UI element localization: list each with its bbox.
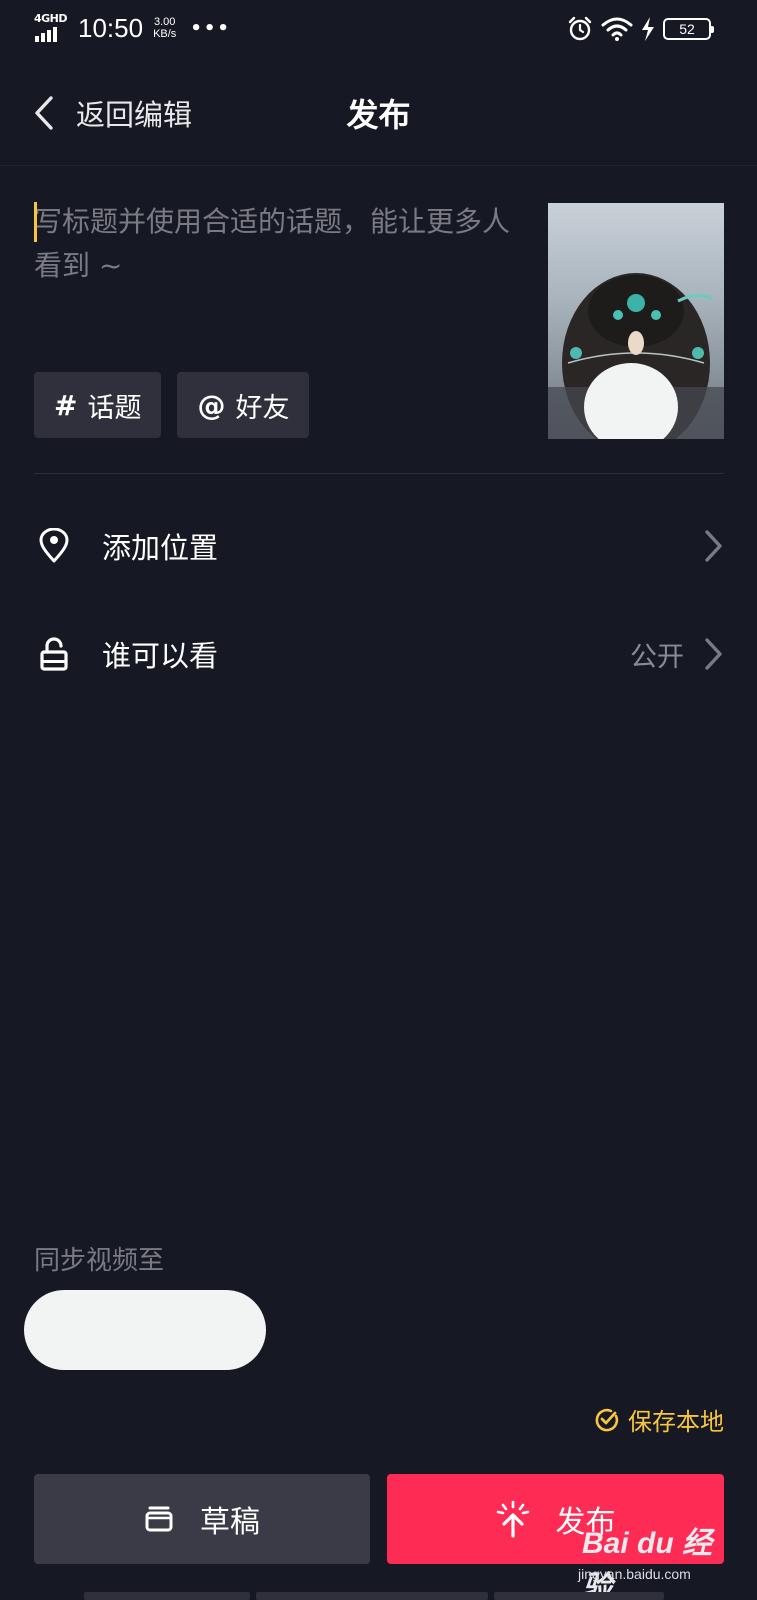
unlock-icon [34,634,74,674]
text-cursor [34,202,37,242]
alarm-icon [568,16,592,41]
add-location-row[interactable]: 添加位置 [34,516,724,576]
publish-page: 4GHD 10:50 3.00 KB/s ••• 52 返回编辑 发布 写标题并… [0,0,757,1600]
status-left: 4GHD 10:50 3.00 KB/s ••• [34,12,231,44]
network-type: 4GHD [34,12,68,25]
caption-input[interactable] [34,200,514,350]
more-notifications-icon: ••• [190,17,231,39]
chevron-right-icon [705,530,722,562]
chevron-right-icon [705,638,722,670]
battery-level: 52 [679,21,695,37]
check-circle-icon [595,1408,619,1431]
caption-area [34,200,514,350]
mention-friend-button[interactable]: @ 好友 [177,372,310,438]
mention-friend-label: 好友 [235,392,290,424]
drafts-box-icon [145,1506,173,1532]
top-nav-bar: 返回编辑 发布 [0,62,757,166]
watermark-logo-text: Bai du 经验 [582,1527,713,1600]
hashtag-icon: # [54,388,78,422]
bottom-partial-tabs [84,1592,664,1600]
watermark-url: jingyan.baidu.com [578,1566,691,1582]
visibility-label: 谁可以看 [102,639,219,673]
network-speed: 3.00 KB/s [153,16,176,40]
sync-to-label: 同步视频至 [34,1246,165,1276]
visibility-row[interactable]: 谁可以看 公开 [34,624,724,684]
charging-icon [642,17,654,41]
page-title: 发布 [346,96,411,134]
save-local-label: 保存本地 [628,1408,724,1436]
add-topic-button[interactable]: # 话题 [34,372,162,438]
save-draft-button[interactable]: 草稿 [34,1474,370,1564]
wifi-icon [601,17,633,41]
save-draft-label: 草稿 [200,1505,260,1540]
add-location-label: 添加位置 [102,531,219,565]
section-divider [34,473,724,474]
baidu-jingyan-watermark: Bai du 经验 jingyan.baidu.com [578,1500,728,1600]
location-pin-icon [34,526,74,566]
upload-arrow-icon [496,1500,529,1538]
at-sign-icon: @ [197,388,226,422]
save-local-toggle[interactable]: 保存本地 [594,1402,724,1437]
video-cover-thumbnail[interactable] [548,203,724,439]
status-bar: 4GHD 10:50 3.00 KB/s ••• 52 [0,0,757,62]
visibility-value: 公开 [630,641,684,673]
status-time: 10:50 [78,12,144,43]
signal-icon: 4GHD [34,12,70,44]
caption-chips: # 话题 @ 好友 [34,372,310,438]
add-topic-label: 话题 [87,392,142,424]
sync-platform-redacted[interactable] [24,1290,266,1370]
network-speed-value: 3.00 [153,16,176,28]
status-right: 52 [567,16,714,42]
network-speed-unit: KB/s [153,28,177,40]
battery-icon: 52 [663,18,714,40]
